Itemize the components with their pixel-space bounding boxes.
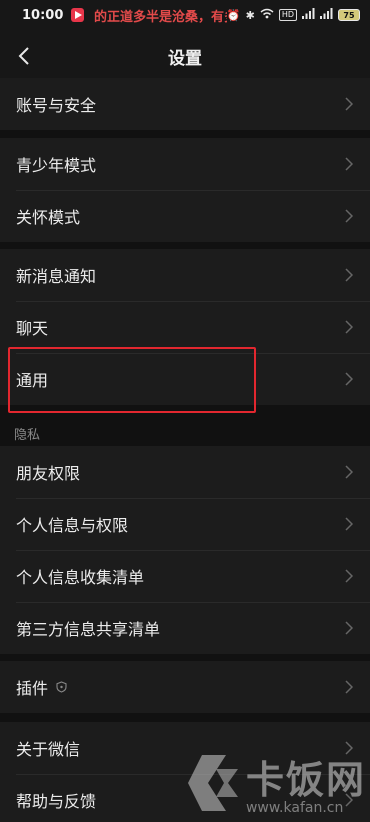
header: 设置 [0, 30, 370, 82]
settings-item-label: 聊天 [16, 319, 49, 338]
chevron-right-icon [342, 97, 356, 111]
status-time: 10:00 [22, 7, 64, 23]
settings-item-care-mode[interactable]: 关怀模式 [0, 190, 370, 242]
settings-item-account-security[interactable]: 账号与安全 [0, 78, 370, 130]
shield-icon [56, 681, 67, 693]
status-bar: 10:00 的正道多半是沧桑，有多少难苦 ⏰ ✱ HD 75 [0, 0, 370, 30]
group-plugins: 插件 [0, 661, 370, 713]
watermark-brand: 卡饭网 [245, 758, 366, 802]
settings-item-notifications[interactable]: 新消息通知 [0, 249, 370, 301]
alarm-icon: ⏰ [226, 8, 241, 22]
chevron-right-icon [342, 569, 356, 583]
settings-item-label: 插件 [16, 679, 49, 698]
status-icons: ⏰ ✱ HD 75 [227, 8, 360, 22]
hd-icon: HD [278, 9, 297, 21]
group-general: 新消息通知 聊天 通用 [0, 249, 370, 405]
chevron-right-icon [342, 268, 356, 282]
settings-item-label: 第三方信息共享清单 [16, 620, 161, 639]
settings-item-plugins[interactable]: 插件 [0, 661, 370, 713]
video-app-icon [71, 8, 85, 22]
chevron-right-icon [342, 157, 356, 171]
signal-icon [302, 8, 315, 22]
settings-item-friend-permissions[interactable]: 朋友权限 [0, 446, 370, 498]
settings-item-label: 关于微信 [16, 740, 81, 759]
settings-item-label: 青少年模式 [16, 156, 97, 175]
settings-item-label: 关怀模式 [16, 208, 81, 227]
bluetooth-icon: ✱ [245, 8, 255, 22]
watermark: 卡饭网 www.kafan.cn [187, 749, 366, 816]
back-button[interactable] [10, 42, 38, 70]
notification-marquee: 的正道多半是沧桑，有多少难苦 [94, 9, 227, 25]
chevron-right-icon [342, 465, 356, 479]
chevron-right-icon [342, 209, 356, 223]
settings-item-label: 个人信息与权限 [16, 516, 129, 535]
settings-item-label: 通用 [16, 371, 49, 390]
settings-item-personal-info-list[interactable]: 个人信息收集清单 [0, 550, 370, 602]
back-arrow-icon [18, 47, 29, 65]
settings-item-chat[interactable]: 聊天 [0, 301, 370, 353]
section-title-privacy: 隐私 [14, 428, 41, 443]
chevron-right-icon [342, 680, 356, 694]
settings-item-general[interactable]: 通用 [0, 353, 370, 405]
group-account: 账号与安全 [0, 78, 370, 130]
watermark-url: www.kafan.cn [245, 800, 344, 816]
settings-item-youth-mode[interactable]: 青少年模式 [0, 138, 370, 190]
chevron-right-icon [342, 372, 356, 386]
wifi-icon [260, 8, 274, 22]
settings-item-label: 个人信息收集清单 [16, 568, 145, 587]
kafan-logo-icon [187, 754, 238, 811]
settings-item-label: 朋友权限 [16, 464, 81, 483]
battery-icon: 75 [338, 9, 360, 21]
chevron-right-icon [342, 517, 356, 531]
group-privacy: 朋友权限 个人信息与权限 个人信息收集清单 第三方信息共享清单 [0, 446, 370, 654]
settings-item-label: 账号与安全 [16, 96, 97, 115]
settings-item-personal-info-permissions[interactable]: 个人信息与权限 [0, 498, 370, 550]
settings-item-label: 帮助与反馈 [16, 792, 97, 811]
settings-item-third-party-sharing[interactable]: 第三方信息共享清单 [0, 602, 370, 654]
page-title: 设置 [168, 48, 202, 69]
chevron-right-icon [342, 621, 356, 635]
settings-item-label: 新消息通知 [16, 267, 97, 286]
group-modes: 青少年模式 关怀模式 [0, 138, 370, 242]
signal-icon-2 [320, 8, 333, 22]
chevron-right-icon [342, 320, 356, 334]
